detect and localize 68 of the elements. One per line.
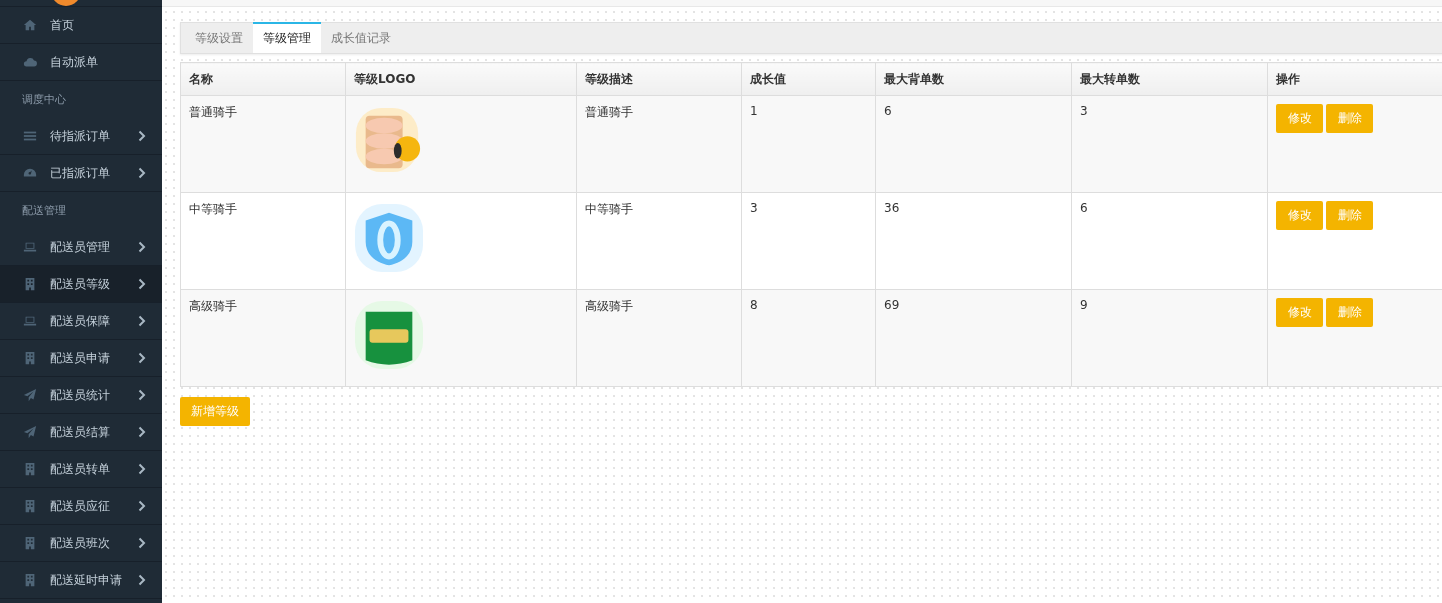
tab[interactable]: 等级设置 bbox=[185, 23, 253, 53]
laptop-icon bbox=[23, 314, 37, 328]
column-header: 最大转单数 bbox=[1071, 62, 1268, 96]
chevron-right-icon bbox=[138, 241, 146, 253]
tab[interactable]: 等级管理 bbox=[253, 22, 321, 53]
table-cell: 3 bbox=[1071, 95, 1268, 193]
sidebar-item-label: 配送员申请 bbox=[50, 349, 111, 367]
home-icon bbox=[23, 18, 37, 32]
building-icon bbox=[23, 462, 37, 476]
sidebar-item-label: 首页 bbox=[50, 16, 75, 34]
table-cell: 69 bbox=[875, 289, 1072, 387]
cloud-icon bbox=[23, 55, 37, 69]
chevron-right-icon bbox=[138, 352, 146, 364]
sidebar-item-label: 配送员管理 bbox=[50, 238, 111, 256]
sidebar-item-label: 配送员班次 bbox=[50, 534, 111, 552]
table-cell: 高级骑手 bbox=[180, 289, 346, 387]
sidebar-item[interactable]: 配送员等级 bbox=[0, 266, 162, 303]
column-header: 成长值 bbox=[741, 62, 876, 96]
sidebar-item-label: 配送员应征 bbox=[50, 497, 111, 515]
column-header: 等级描述 bbox=[576, 62, 742, 96]
table-cell: 中等骑手 bbox=[576, 192, 742, 290]
paper-plane-icon bbox=[23, 425, 37, 439]
table-cell: 普通骑手 bbox=[576, 95, 742, 193]
chevron-right-icon bbox=[138, 500, 146, 512]
building-icon bbox=[23, 351, 37, 365]
table-cell: 36 bbox=[875, 192, 1072, 290]
table-cell: 高级骑手 bbox=[576, 289, 742, 387]
column-header: 最大背单数 bbox=[875, 62, 1072, 96]
sidebar-item-label: 自动派单 bbox=[50, 53, 99, 71]
chevron-right-icon bbox=[138, 130, 146, 142]
chevron-right-icon bbox=[138, 426, 146, 438]
sidebar-item-label: 配送员结算 bbox=[50, 423, 111, 441]
table-cell: 8 bbox=[741, 289, 876, 387]
column-header: 名称 bbox=[180, 62, 346, 96]
gauge-icon bbox=[23, 166, 37, 180]
column-header: 等级LOGO bbox=[345, 62, 577, 96]
sidebar-item-label: 配送延时申请 bbox=[50, 571, 123, 589]
building-icon bbox=[23, 573, 37, 587]
chevron-right-icon bbox=[138, 389, 146, 401]
laptop-icon bbox=[23, 240, 37, 254]
shield-logo-drawing bbox=[354, 203, 424, 273]
building-icon bbox=[23, 499, 37, 513]
sidebar-item-label: 配送员转单 bbox=[50, 460, 111, 478]
list-icon bbox=[23, 129, 37, 143]
vip-badge-logo-drawing bbox=[354, 300, 424, 370]
table-cell: 1 bbox=[741, 95, 876, 193]
chevron-right-icon bbox=[138, 278, 146, 290]
chevron-right-icon bbox=[138, 537, 146, 549]
column-header: 操作 bbox=[1267, 62, 1442, 96]
sidebar-item-label: 待指派订单 bbox=[50, 127, 111, 145]
sidebar-item-label: 配送员统计 bbox=[50, 386, 111, 404]
building-icon bbox=[23, 536, 37, 550]
sidebar-item-label: 配送员等级 bbox=[50, 275, 111, 293]
table-cell: 普通骑手 bbox=[180, 95, 346, 193]
building-icon bbox=[23, 277, 37, 291]
paper-plane-icon bbox=[23, 388, 37, 402]
table-cell: 6 bbox=[1071, 192, 1268, 290]
chevron-right-icon bbox=[138, 315, 146, 327]
table-cell: 9 bbox=[1071, 289, 1268, 387]
sidebar-item-label: 配送员保障 bbox=[50, 312, 111, 330]
table-cell: 6 bbox=[875, 95, 1072, 193]
chevron-right-icon bbox=[138, 463, 146, 475]
table-cell: 3 bbox=[741, 192, 876, 290]
chevron-right-icon bbox=[138, 574, 146, 586]
table-cell: 中等骑手 bbox=[180, 192, 346, 290]
tab[interactable]: 成长值记录 bbox=[321, 23, 401, 53]
chevron-right-icon bbox=[138, 167, 146, 179]
sidebar-item-label: 已指派订单 bbox=[50, 164, 111, 182]
